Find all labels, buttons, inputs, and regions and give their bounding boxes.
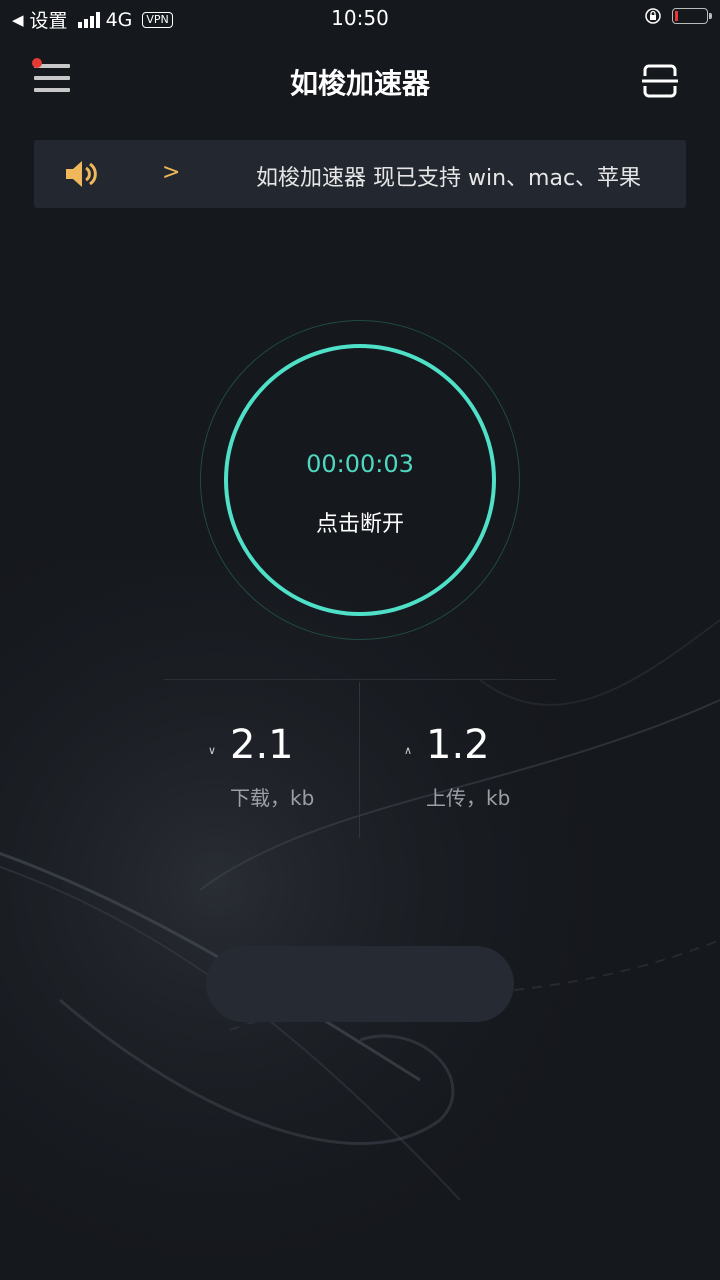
rotation-lock-icon [645,8,661,24]
background-art [0,560,720,1280]
status-bar: ◀ 设置 4G VPN 10:50 [0,0,720,36]
stats-divider [359,682,360,838]
connection-timer: 00:00:03 [306,450,414,478]
download-value: 2.1 [230,722,294,768]
battery-icon [672,8,712,24]
status-right [644,7,712,25]
nav-bar: 如梭加速器 [0,44,720,120]
speaker-icon [66,161,97,187]
disconnect-button[interactable] [224,344,496,616]
stats-top-divider [164,679,556,680]
app-screen: ◀ 设置 4G VPN 10:50 如梭加速器 > 如梭加速器 现已支持 win… [0,0,720,1280]
scan-icon[interactable] [642,64,678,98]
connection-ring: 00:00:03 点击断开 [200,320,520,640]
download-arrow-icon: ∨ [208,744,217,757]
announcement-bar[interactable]: > 如梭加速器 现已支持 win、mac、苹果 [34,140,686,208]
battery-level [675,11,678,21]
announcement-text: 如梭加速器 现已支持 win、mac、苹果 [256,166,642,191]
upload-value: 1.2 [426,722,490,768]
upload-label: 上传，kb [426,786,511,810]
upload-arrow-icon: ∧ [404,744,413,757]
announcement-arrow: > [162,160,181,185]
disconnect-label[interactable]: 点击断开 [200,506,520,538]
download-label: 下载，kb [230,786,315,810]
status-time: 10:50 [331,6,389,30]
bottom-action-button[interactable] [206,946,514,1022]
page-title: 如梭加速器 [289,67,430,100]
